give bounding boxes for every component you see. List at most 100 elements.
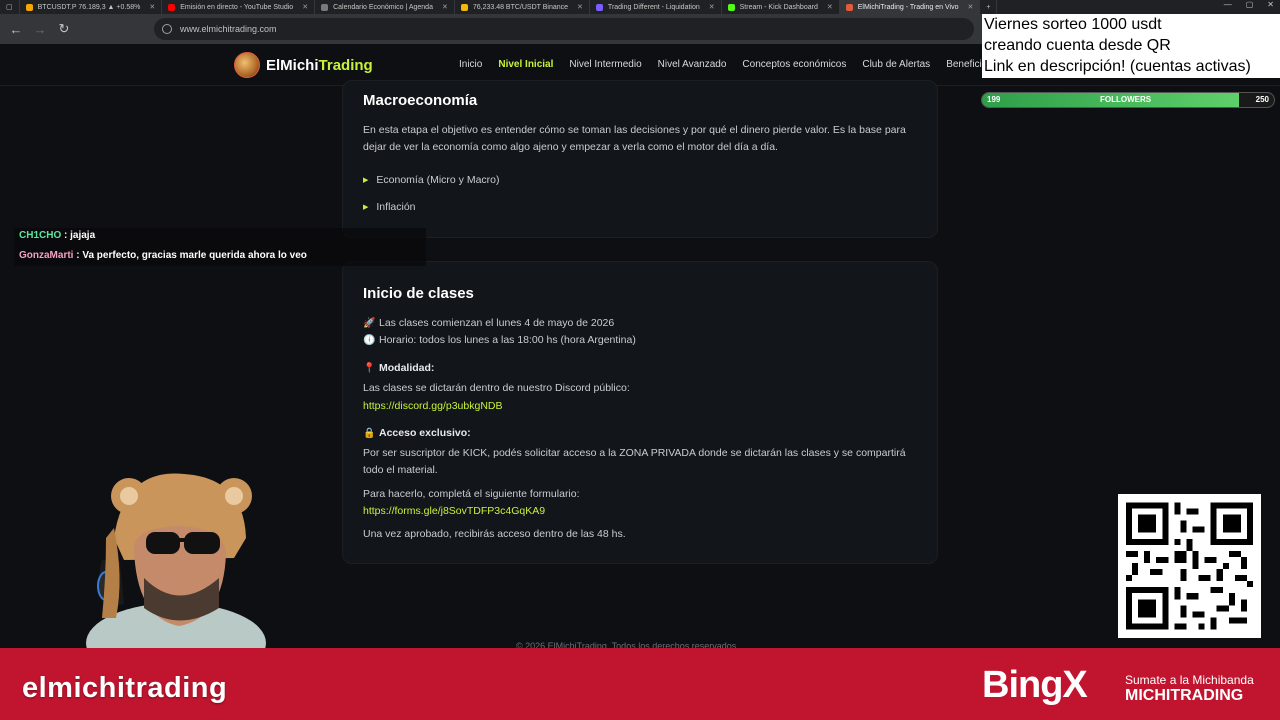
classes-start-text: Las clases comienzan el lunes 4 de mayo … bbox=[379, 317, 615, 329]
tab-favicon-icon bbox=[168, 3, 176, 11]
classes-schedule: 🕕 Horario: todos los lunes a las 18:00 hs… bbox=[363, 332, 913, 349]
followers-goal-bar: 199 FOLLOWERS 250 bbox=[981, 92, 1275, 108]
approval-text: Una vez aprobado, recibirás acceso dentr… bbox=[363, 528, 626, 540]
tab-label: ElMichiTrading - Trading en Vivo bbox=[857, 3, 959, 11]
chat-username: GonzaMarti bbox=[19, 250, 74, 261]
sponsor-logo: BingX bbox=[982, 664, 1088, 706]
channel-name: elmichitrading bbox=[22, 672, 228, 704]
browser-tab[interactable]: Stream - Kick Dashboard ✕ bbox=[722, 0, 840, 14]
stream-banner: elmichitrading BingX Sumate a la Michiba… bbox=[0, 648, 1280, 720]
modality-heading: 📍 Modalidad: bbox=[363, 360, 913, 377]
logo-text: ElMichiTrading bbox=[266, 57, 373, 74]
form-intro: Para hacerlo, completá el siguiente form… bbox=[363, 488, 580, 500]
close-icon[interactable]: ✕ bbox=[442, 3, 448, 11]
address-bar[interactable]: www.elmichitrading.com bbox=[154, 18, 974, 40]
macro-description: En esta etapa el objetivo es entender có… bbox=[363, 124, 906, 153]
chat-username: CH1CHO bbox=[19, 230, 62, 241]
tab-favicon-icon bbox=[595, 3, 603, 11]
close-icon[interactable]: ✕ bbox=[149, 3, 155, 11]
nav-inicio[interactable]: Inicio bbox=[459, 59, 482, 70]
tab-favicon-icon bbox=[25, 3, 33, 11]
followers-goal: 250 bbox=[1255, 95, 1269, 104]
tab-favicon-icon bbox=[845, 3, 853, 11]
browser-tab[interactable]: Trading Different - Liquidation ✕ bbox=[590, 0, 722, 14]
chat-text: : jajaja bbox=[64, 230, 96, 241]
close-icon[interactable]: ✕ bbox=[968, 3, 974, 11]
tab-favicon-icon bbox=[460, 3, 468, 11]
modality-text: Las clases se dictarán dentro de nuestro… bbox=[363, 382, 630, 394]
back-arrow-icon[interactable]: ← bbox=[4, 22, 28, 37]
sponsor-tagline: Sumate a la Michibanda bbox=[1125, 673, 1254, 687]
window-controls: — ▢ ✕ bbox=[1224, 0, 1274, 9]
nav-nivel-intermedio[interactable]: Nivel Intermedio bbox=[569, 59, 641, 70]
plus-icon: + bbox=[986, 3, 991, 11]
webcam-streamer bbox=[86, 473, 266, 650]
browser-tab-bar: ▢ BTCUSDT.P 76.189,3 ▲ +0.58% ✕ Emisión e… bbox=[0, 0, 1280, 14]
classes-start: 🚀 Las clases comienzan el lunes 4 de mayo… bbox=[363, 315, 913, 332]
form-link[interactable]: https://forms.gle/j8SovTDFP3c4GqKA9 bbox=[363, 503, 913, 520]
tab-label: BTCUSDT.P 76.189,3 ▲ +0.58% bbox=[37, 3, 141, 11]
minimize-icon[interactable]: — bbox=[1224, 0, 1232, 9]
list-item-label: Inflación bbox=[376, 201, 416, 213]
forward-arrow-icon[interactable]: → bbox=[28, 22, 52, 37]
close-icon[interactable]: ✕ bbox=[827, 3, 833, 11]
followers-current: 199 bbox=[987, 95, 1001, 104]
lock-icon: 🔒 bbox=[363, 428, 376, 439]
maximize-icon[interactable]: ▢ bbox=[1246, 0, 1254, 9]
site-info-icon[interactable] bbox=[162, 24, 172, 34]
followers-label: FOLLOWERS bbox=[1100, 95, 1152, 104]
close-icon[interactable]: ✕ bbox=[302, 3, 308, 11]
close-icon[interactable]: ✕ bbox=[577, 3, 583, 11]
classes-schedule-text: Horario: todos los lunes a las 18:00 hs … bbox=[379, 334, 636, 346]
exclusive-text: Por ser suscriptor de KICK, podés solici… bbox=[363, 447, 906, 476]
modality-label: Modalidad: bbox=[379, 362, 435, 374]
pin-icon: 📍 bbox=[363, 363, 376, 374]
exclusive-heading: 🔒 Acceso exclusivo: bbox=[363, 425, 913, 442]
tab-label: Emisión en directo - YouTube Studio bbox=[180, 3, 294, 11]
list-item: ▶ Economía (Micro y Macro) bbox=[363, 174, 500, 186]
tab-menu[interactable]: ▢ bbox=[0, 0, 20, 14]
logo-accent: Trading bbox=[318, 56, 373, 74]
sponsor-name: MICHITRADING bbox=[1125, 687, 1244, 704]
macro-card: Macroeconomía En esta etapa el objetivo … bbox=[342, 80, 938, 238]
chat-message: GonzaMarti : Va perfecto, gracias marle … bbox=[19, 250, 307, 261]
chat-message: CH1CHO : jajaja bbox=[19, 230, 95, 241]
promo-line: Viernes sorteo 1000 usdt bbox=[984, 16, 1162, 33]
qr-code[interactable] bbox=[1118, 494, 1261, 638]
chat-overlay: CH1CHO : jajaja GonzaMarti : Va perfecto… bbox=[14, 228, 426, 266]
classes-card: Inicio de clases 🚀 Las clases comienzan e… bbox=[342, 261, 938, 564]
tab-label: Calendario Económico | Agenda bbox=[333, 3, 433, 11]
url-text: www.elmichitrading.com bbox=[180, 24, 277, 34]
promo-line: Link en descripción! (cuentas activas) bbox=[984, 58, 1251, 75]
logo-avatar-icon bbox=[234, 52, 260, 78]
exclusive-label: Acceso exclusivo: bbox=[379, 427, 471, 439]
qr-code-image bbox=[1126, 502, 1253, 630]
close-window-icon[interactable]: ✕ bbox=[1267, 0, 1274, 9]
tab-label: Trading Different - Liquidation bbox=[607, 3, 700, 11]
discord-link[interactable]: https://discord.gg/p3ubkgNDB bbox=[363, 398, 913, 415]
browser-tab[interactable]: Emisión en directo - YouTube Studio ✕ bbox=[162, 0, 316, 14]
new-tab-button[interactable]: + bbox=[980, 0, 998, 14]
nav-nivel-avanzado[interactable]: Nivel Avanzado bbox=[658, 59, 727, 70]
nav-nivel-inicial[interactable]: Nivel Inicial bbox=[498, 59, 553, 70]
nav-conceptos-economicos[interactable]: Conceptos económicos bbox=[742, 59, 846, 70]
main-nav: Inicio Nivel Inicial Nivel Intermedio Ni… bbox=[459, 59, 992, 70]
tab-favicon-icon bbox=[727, 3, 735, 11]
list-item: ▶ Inflación bbox=[363, 201, 416, 213]
clock-icon: 🕕 bbox=[363, 335, 376, 346]
nav-club-de-alertas[interactable]: Club de Alertas bbox=[862, 59, 930, 70]
tab-label: 76,233.48 BTC/USDT Binance bbox=[472, 3, 569, 11]
chat-text: : Va perfecto, gracias marle querida aho… bbox=[76, 250, 307, 261]
close-icon[interactable]: ✕ bbox=[709, 3, 715, 11]
browser-tab[interactable]: 76,233.48 BTC/USDT Binance ✕ bbox=[455, 0, 590, 14]
browser-tab[interactable]: Calendario Económico | Agenda ✕ bbox=[315, 0, 455, 14]
site-logo[interactable]: ElMichiTrading bbox=[234, 52, 373, 78]
browser-tab[interactable]: BTCUSDT.P 76.189,3 ▲ +0.58% ✕ bbox=[20, 0, 163, 14]
logo-main: ElMichi bbox=[266, 56, 319, 74]
reload-icon[interactable]: ↻ bbox=[52, 21, 76, 37]
giveaway-promo: Viernes sorteo 1000 usdt creando cuenta … bbox=[982, 14, 1280, 78]
tab-label: Stream - Kick Dashboard bbox=[739, 3, 818, 11]
bullet-icon: ▶ bbox=[363, 204, 369, 211]
bullet-icon: ▶ bbox=[363, 177, 369, 184]
browser-tab-active[interactable]: ElMichiTrading - Trading en Vivo ✕ bbox=[839, 0, 981, 14]
